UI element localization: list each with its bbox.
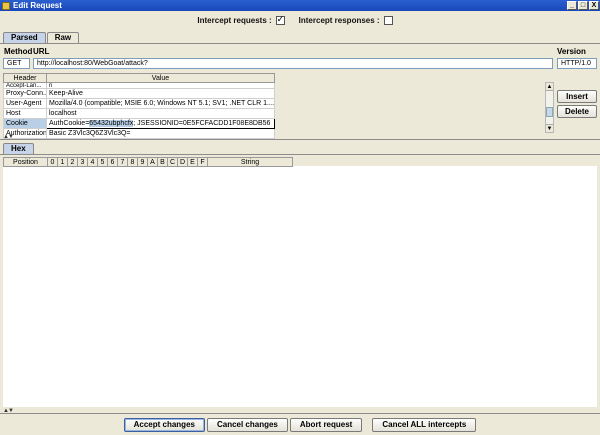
tab-divider: [0, 43, 600, 44]
column-hex[interactable]: 3: [77, 157, 88, 167]
intercept-responses-label: Intercept responses :: [298, 16, 380, 25]
header-name: Accept-Lan...: [3, 82, 47, 89]
title-bar: Edit Request _ □ X: [0, 0, 600, 11]
bottom-splitter-line: [0, 413, 600, 414]
headers-table-header: Header Value: [3, 73, 275, 83]
header-value: Mozilla/4.0 (compatible; MSIE 6.0; Windo…: [46, 98, 275, 109]
hex-columns: Position 0 1 2 3 4 5 6 7 8 9 A B C D E F…: [3, 157, 293, 167]
version-field[interactable]: HTTP/1.0: [557, 58, 597, 69]
column-hex[interactable]: D: [177, 157, 188, 167]
hex-tabs: Hex: [3, 143, 35, 154]
window-title: Edit Request: [13, 1, 62, 10]
scroll-up-icon[interactable]: ▲: [546, 83, 553, 91]
tab-hex[interactable]: Hex: [3, 143, 34, 154]
column-hex[interactable]: 5: [97, 157, 108, 167]
table-row[interactable]: Host localhost: [3, 108, 275, 119]
maximize-icon[interactable]: □: [578, 1, 588, 10]
column-hex[interactable]: C: [167, 157, 178, 167]
column-hex[interactable]: F: [197, 157, 208, 167]
hex-editor-area[interactable]: [3, 166, 597, 407]
intercept-responses-checkbox[interactable]: [383, 16, 393, 25]
method-field[interactable]: GET: [3, 58, 30, 69]
delete-button[interactable]: Delete: [557, 105, 597, 118]
intercept-options: Intercept requests : Intercept responses…: [0, 12, 600, 29]
table-row[interactable]: Authorization Basic Z3Vlc3Q6Z3Vlc3Q=: [3, 128, 275, 139]
cancel-all-intercepts-button[interactable]: Cancel ALL intercepts: [372, 418, 477, 432]
window-controls: _ □ X: [567, 1, 599, 10]
column-hex[interactable]: 4: [87, 157, 98, 167]
scroll-thumb[interactable]: [546, 107, 553, 117]
column-hex[interactable]: 8: [127, 157, 138, 167]
header-value: Basic Z3Vlc3Q6Z3Vlc3Q=: [46, 128, 275, 139]
cookie-value-selection: 65432ubphcfx: [89, 119, 134, 127]
column-header[interactable]: Header: [3, 73, 47, 83]
column-value[interactable]: Value: [46, 73, 275, 83]
header-name: Host: [3, 108, 47, 119]
column-hex[interactable]: 6: [107, 157, 118, 167]
column-hex[interactable]: B: [157, 157, 168, 167]
column-position[interactable]: Position: [3, 157, 48, 167]
column-hex[interactable]: A: [147, 157, 158, 167]
tab-raw[interactable]: Raw: [46, 32, 80, 43]
table-row[interactable]: Proxy-Conn... Keep-Alive: [3, 88, 275, 99]
column-hex[interactable]: 0: [47, 157, 58, 167]
url-field[interactable]: http://localhost:80/WebGoat/attack?: [33, 58, 553, 69]
intercept-requests-label: Intercept requests :: [197, 16, 272, 25]
scroll-down-icon[interactable]: ▼: [546, 124, 553, 132]
table-row-selected[interactable]: Cookie AuthCookie=65432ubphcfx; JSESSION…: [3, 118, 275, 129]
method-label: Method: [4, 47, 33, 56]
minimize-icon[interactable]: _: [567, 1, 577, 10]
view-tabs: Parsed Raw: [3, 32, 80, 43]
url-label: URL: [33, 47, 50, 56]
column-hex[interactable]: 7: [117, 157, 128, 167]
hex-table-header: Position 0 1 2 3 4 5 6 7 8 9 A B C D E F…: [3, 157, 293, 167]
header-name: Proxy-Conn...: [3, 88, 47, 99]
cookie-value-editor[interactable]: AuthCookie=65432ubphcfx; JSESSIONID=0E5F…: [46, 118, 275, 129]
hex-tab-divider: [0, 154, 600, 155]
table-row[interactable]: User-Agent Mozilla/4.0 (compatible; MSIE…: [3, 98, 275, 109]
column-hex[interactable]: 1: [57, 157, 68, 167]
version-label: Version: [557, 47, 586, 56]
cookie-value-prefix: AuthCookie=: [49, 119, 90, 127]
intercept-requests-checkbox[interactable]: [275, 14, 285, 25]
header-value: Keep-Alive: [46, 88, 275, 99]
headers-scrollbar[interactable]: ▲ ▼: [545, 82, 554, 133]
header-value: localhost: [46, 108, 275, 119]
column-string[interactable]: String: [207, 157, 293, 167]
action-buttons: Accept changes Cancel changes Abort requ…: [0, 418, 600, 432]
close-icon[interactable]: X: [589, 1, 599, 10]
cancel-changes-button[interactable]: Cancel changes: [206, 418, 288, 432]
accept-changes-button[interactable]: Accept changes: [123, 418, 205, 432]
headers-table: Header Value Accept-Lan... ri Proxy-Conn…: [3, 73, 275, 139]
column-hex[interactable]: 2: [67, 157, 78, 167]
header-name: User-Agent: [3, 98, 47, 109]
header-name: Cookie: [3, 118, 47, 129]
splitter-line: [0, 139, 600, 140]
insert-button[interactable]: Insert: [557, 90, 597, 103]
column-hex[interactable]: 9: [137, 157, 148, 167]
app-icon: [2, 1, 10, 10]
tab-parsed[interactable]: Parsed: [3, 32, 46, 43]
column-hex[interactable]: E: [187, 157, 198, 167]
cookie-value-suffix: ; JSESSIONID=0E5FCFACDD1F08E8DB56: [133, 119, 271, 127]
abort-request-button[interactable]: Abort request: [289, 418, 363, 432]
